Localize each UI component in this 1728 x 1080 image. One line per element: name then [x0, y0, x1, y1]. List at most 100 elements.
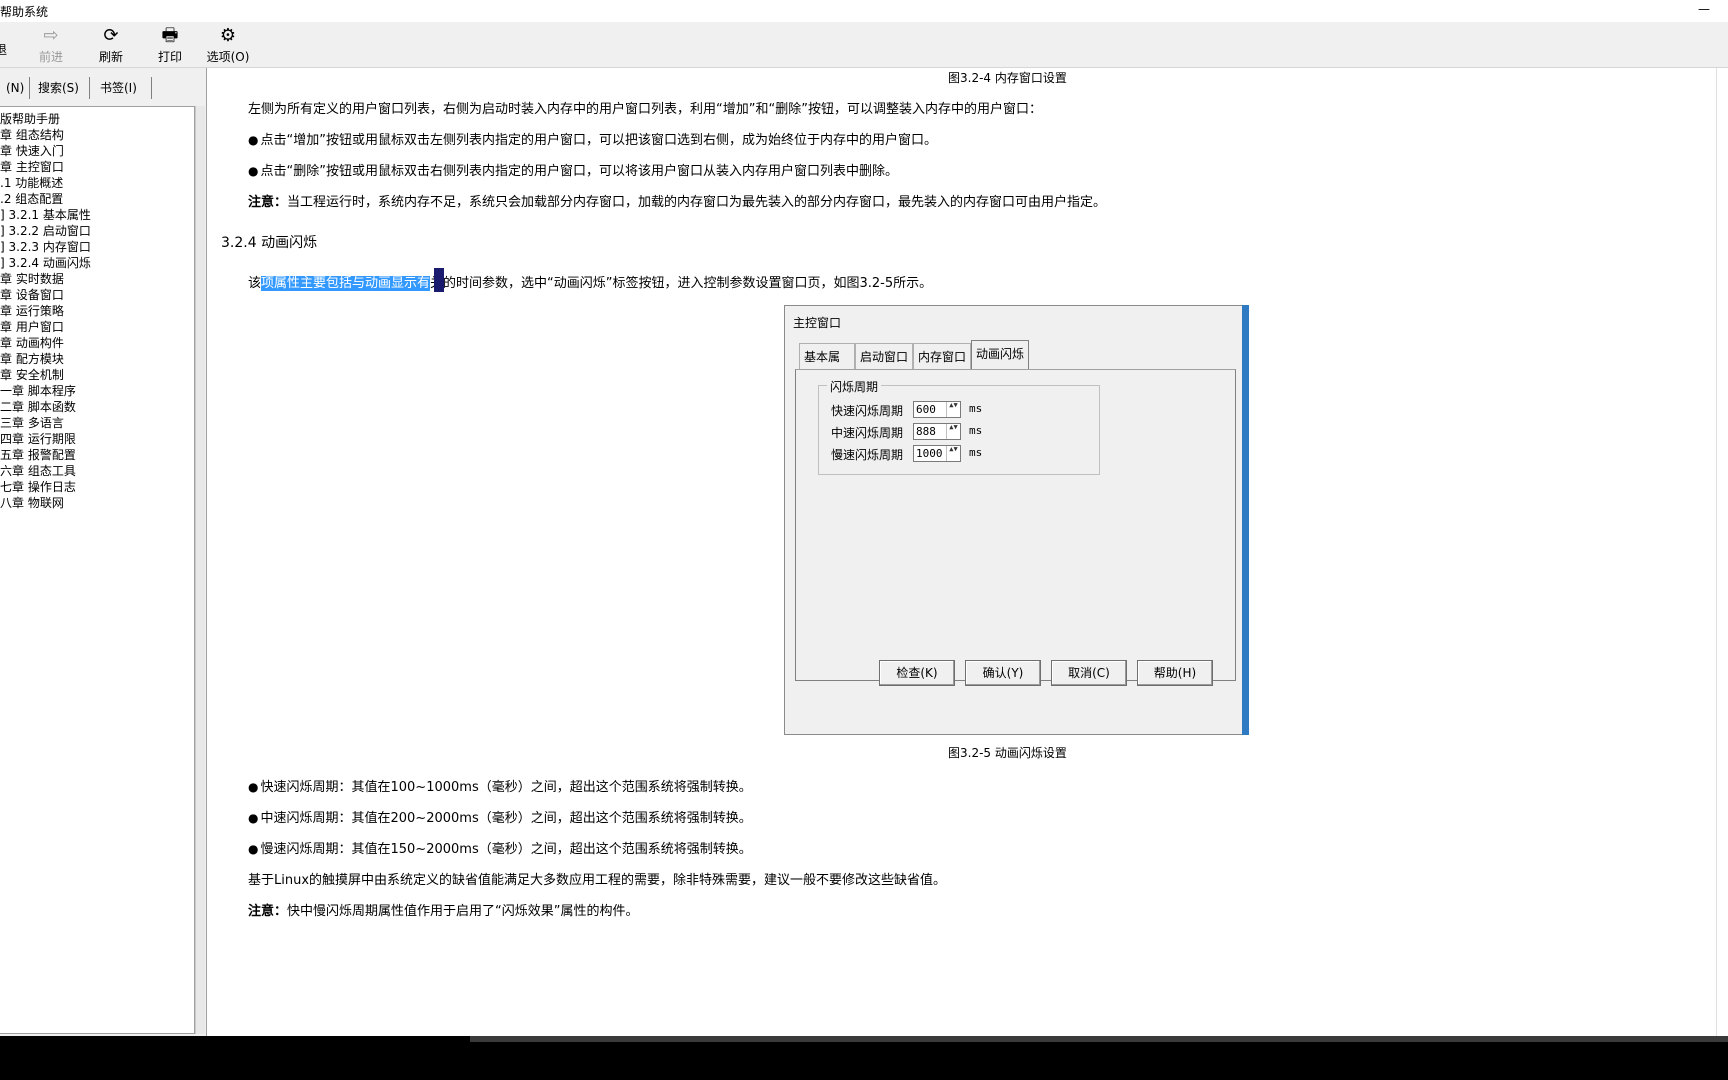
tree-item[interactable]: 五章 报警配置: [0, 447, 76, 463]
bullet-mid-text: 中速闪烁周期：其值在200~2000ms（毫秒）之间，超出这个范围系统将强制转换…: [260, 811, 752, 826]
contents-tree[interactable]: 版帮助手册章 组态结构章 快速入门章 主控窗口 .1 功能概述 .2 组态配置] 3…: [0, 106, 195, 1034]
note-label: 注意：: [248, 904, 288, 919]
tree-item[interactable]: 二章 脚本函数: [0, 399, 76, 415]
dialog-tab-startup[interactable]: 启动窗口: [855, 343, 913, 369]
help-button[interactable]: 帮助(H): [1137, 660, 1213, 686]
tree-item[interactable]: 章 配方模块: [0, 351, 64, 367]
spin-arrows-icon[interactable]: ▲▼: [946, 446, 960, 461]
check-button[interactable]: 检查(K): [879, 660, 955, 686]
spin-arrows-icon[interactable]: ▲▼: [946, 424, 960, 439]
note-label: 注意：: [248, 195, 288, 210]
selected-text[interactable]: 项属性主要包括与动画显示有: [261, 276, 431, 291]
tree-item[interactable]: ] 3.2.1 基本属性: [0, 207, 91, 223]
tree-item[interactable]: 四章 运行期限: [0, 431, 76, 447]
tree-item[interactable]: 章 实时数据: [0, 271, 64, 287]
content-scrollbar[interactable]: [1716, 68, 1728, 1036]
fast-value: 600: [916, 403, 936, 416]
tree-item[interactable]: 章 安全机制: [0, 367, 64, 383]
tree-item[interactable]: 七章 操作日志: [0, 479, 76, 495]
bullet-fast-text: 快速闪烁周期：其值在100~1000ms（毫秒）之间，超出这个范围系统将强制转换…: [260, 780, 752, 795]
paragraph-blink-intro: 该项属性主要包括与动画显示有关的时间参数，选中“动画闪烁”标签按钮，进入控制参数…: [248, 272, 932, 291]
tree-item[interactable]: 章 运行策略: [0, 303, 64, 319]
text-cursor-icon: [434, 268, 444, 292]
bullet-icon: ●: [248, 780, 259, 794]
options-button[interactable]: ⚙ 选项(O): [205, 24, 251, 65]
printer-icon: 🖶: [161, 25, 179, 46]
fast-label: 快速闪烁周期: [831, 404, 904, 418]
tree-item[interactable]: 一章 脚本程序: [0, 383, 76, 399]
fast-period-input[interactable]: 600 ▲▼: [913, 401, 961, 418]
dialog-tab-blink[interactable]: 动画闪烁: [971, 340, 1029, 369]
bullet-add: ● 点击“增加”按钮或用鼠标双击左侧列表内指定的用户窗口，可以把该窗口选到右侧，成…: [248, 129, 937, 148]
dialog-tab-memory[interactable]: 内存窗口: [913, 343, 971, 369]
bullet-icon: ●: [248, 164, 259, 178]
cancel-button[interactable]: 取消(C): [1051, 660, 1127, 686]
back-button[interactable]: 退: [0, 41, 10, 58]
para-post: 关的时间参数，选中“动画闪烁”标签按钮，进入控制参数设置窗口页，如图3.2-5所…: [430, 276, 933, 291]
bullet-slow: ● 慢速闪烁周期：其值在150~2000ms（毫秒）之间，超出这个范围系统将强制转…: [248, 838, 752, 857]
bullet-icon: ●: [248, 811, 259, 825]
taskbar: [0, 1036, 1728, 1080]
mid-value: 888: [916, 425, 936, 438]
section-heading: 3.2.4 动画闪烁: [221, 235, 318, 251]
tree-item[interactable]: 章 主控窗口: [0, 159, 64, 175]
tree-item[interactable]: ] 3.2.2 启动窗口: [0, 223, 91, 239]
print-label: 打印: [157, 50, 182, 64]
tree-item[interactable]: .2 组态配置: [0, 191, 63, 207]
note-text: 当工程运行时，系统内存不足，系统只会加载部分内存窗口，加载的内存窗口为最先装入的…: [287, 195, 1107, 210]
refresh-button[interactable]: ⟳ 刷新: [96, 24, 126, 65]
toolbar: 退 ⇨ 前进 ⟳ 刷新 🖶 打印 ⚙ 选项(O): [0, 22, 1728, 68]
figure-caption-3-2-5: 图3.2-5 动画闪烁设置: [948, 746, 1067, 760]
tree-item[interactable]: 版帮助手册: [0, 111, 60, 127]
tree-item[interactable]: 章 设备窗口: [0, 287, 64, 303]
taskbar-strip: [470, 1036, 1728, 1042]
bullet-add-text: 点击“增加”按钮或用鼠标双击左侧列表内指定的用户窗口，可以把该窗口选到右侧，成为…: [260, 133, 937, 148]
note-memory: 注意：当工程运行时，系统内存不足，系统只会加载部分内存窗口，加载的内存窗口为最先…: [248, 191, 1106, 210]
tree-item[interactable]: 章 用户窗口: [0, 319, 64, 335]
minimize-button[interactable]: —: [1698, 2, 1710, 16]
note-blink: 注意：快中慢闪烁周期属性值作用于启用了“闪烁效果”属性的构件。: [248, 900, 639, 919]
paragraph-window-lists: 左侧为所有定义的用户窗口列表，右侧为启动时装入内存中的用户窗口列表，利用“增加”…: [248, 102, 1042, 117]
options-icon: ⚙: [219, 25, 237, 46]
dialog-panel: 闪烁周期 快速闪烁周期 600 ▲▼ ms 中速闪烁周期 888 ▲▼ ms 慢…: [795, 369, 1236, 681]
dialog-title: 主控窗口: [793, 316, 842, 330]
title-bar: 帮助系统 —: [0, 0, 1728, 22]
blink-period-group: 闪烁周期 快速闪烁周期 600 ▲▼ ms 中速闪烁周期 888 ▲▼ ms 慢…: [818, 378, 1100, 475]
tab-bookmarks[interactable]: 书签(I): [94, 77, 152, 99]
mid-period-input[interactable]: 888 ▲▼: [913, 423, 961, 440]
back-label: 退: [0, 43, 7, 57]
refresh-icon: ⟳: [103, 25, 119, 46]
slow-unit: ms: [969, 446, 983, 459]
tree-item[interactable]: 章 动画构件: [0, 335, 64, 351]
tree-item[interactable]: ] 3.2.4 动画闪烁: [0, 255, 91, 271]
slow-value: 1000: [916, 447, 943, 460]
bullet-mid: ● 中速闪烁周期：其值在200~2000ms（毫秒）之间，超出这个范围系统将强制转…: [248, 807, 752, 826]
tree-item[interactable]: 六章 组态工具: [0, 463, 76, 479]
forward-button[interactable]: ⇨ 前进: [36, 24, 66, 65]
tree-item[interactable]: 章 快速入门: [0, 143, 64, 159]
dialog-border-accent: [1242, 305, 1249, 735]
tree-item[interactable]: .1 功能概述: [0, 175, 63, 191]
ok-button[interactable]: 确认(Y): [965, 660, 1041, 686]
dialog-screenshot: 主控窗口 基本属性 启动窗口 内存窗口 动画闪烁 闪烁周期 快速闪烁周期 600…: [784, 305, 1249, 735]
bullet-delete: ● 点击“删除”按钮或用鼠标双击右侧列表内指定的用户窗口，可以将该用户窗口从装入内…: [248, 160, 898, 179]
tree-item[interactable]: 三章 多语言: [0, 415, 64, 431]
note-text: 快中慢闪烁周期属性值作用于启用了“闪烁效果”属性的构件。: [287, 904, 639, 919]
tree-item[interactable]: 八章 物联网: [0, 495, 64, 511]
slow-period-input[interactable]: 1000 ▲▼: [913, 445, 961, 462]
tab-search[interactable]: 搜索(S): [32, 77, 90, 99]
dialog-tab-basic[interactable]: 基本属性: [799, 343, 855, 390]
tree-scrollbar[interactable]: [195, 106, 205, 1034]
bullet-icon: ●: [248, 133, 259, 147]
navigation-pane: (N) 搜索(S) 书签(I) 版帮助手册章 组态结构章 快速入门章 主控窗口.…: [0, 68, 205, 1036]
bullet-slow-text: 慢速闪烁周期：其值在150~2000ms（毫秒）之间，超出这个范围系统将强制转换…: [260, 842, 752, 857]
mid-unit: ms: [969, 424, 983, 437]
tree-item[interactable]: ] 3.2.3 内存窗口: [0, 239, 91, 255]
print-button[interactable]: 🖶 打印: [155, 24, 185, 65]
help-window: 帮助系统 — 退 ⇨ 前进 ⟳ 刷新 🖶 打印 ⚙ 选项(O) (N) 搜索(S…: [0, 0, 1728, 1036]
help-content: 图3.2-4 内存窗口设置 左侧为所有定义的用户窗口列表，右侧为启动时装入内存中…: [206, 68, 1716, 1036]
tree-item[interactable]: 章 组态结构: [0, 127, 64, 143]
figure-caption-3-2-4: 图3.2-4 内存窗口设置: [948, 71, 1067, 85]
tab-contents[interactable]: (N): [0, 77, 30, 99]
spin-arrows-icon[interactable]: ▲▼: [946, 402, 960, 417]
